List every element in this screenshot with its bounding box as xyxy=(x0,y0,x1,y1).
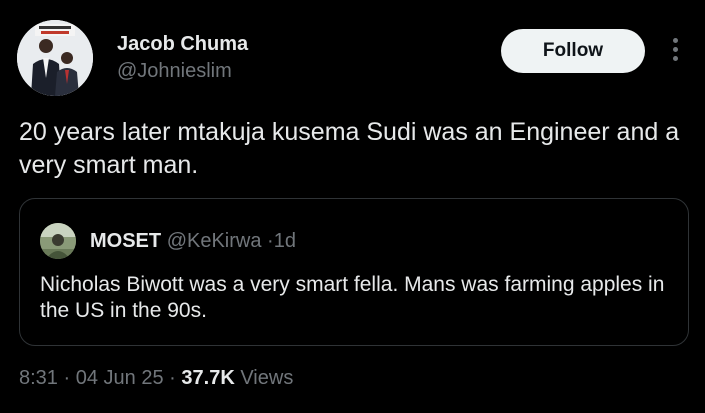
separator-dot: · xyxy=(169,367,176,389)
quoted-avatar-image xyxy=(40,223,76,259)
more-vertical-icon[interactable] xyxy=(668,38,682,64)
author-avatar[interactable] xyxy=(17,20,93,96)
author-handle[interactable]: @Johnieslim xyxy=(117,60,232,83)
quoted-author-handle[interactable]: @KeKirwa xyxy=(167,230,262,252)
quoted-tweet-text: Nicholas Biwott was a very smart fella. … xyxy=(40,273,665,322)
separator-dot: · xyxy=(267,230,274,252)
tweet-date[interactable]: 04 Jun 25 xyxy=(76,367,164,389)
quoted-tweet-card[interactable]: MOSET @KeKirwa ·1d Nicholas Biwott was a… xyxy=(19,198,689,346)
author-name[interactable]: Jacob Chuma xyxy=(117,33,248,56)
follow-button[interactable]: Follow xyxy=(501,29,645,73)
tweet-time[interactable]: 8:31 xyxy=(19,367,58,389)
quoted-tweet-age: 1d xyxy=(273,230,296,252)
views-label: Views xyxy=(240,367,294,389)
author-avatar-image xyxy=(17,20,93,96)
quoted-author-avatar[interactable] xyxy=(40,223,76,259)
separator-dot: · xyxy=(63,367,71,389)
tweet-text: 20 years later mtakuja kusema Sudi was a… xyxy=(19,118,680,179)
views-count: 37.7K xyxy=(181,367,235,389)
quoted-author-name[interactable]: MOSET xyxy=(90,230,161,252)
tweet-metadata: 8:31 · 04 Jun 25 · 37.7K Views xyxy=(19,367,293,390)
quoted-tweet-header: MOSET @KeKirwa ·1d xyxy=(90,230,296,253)
